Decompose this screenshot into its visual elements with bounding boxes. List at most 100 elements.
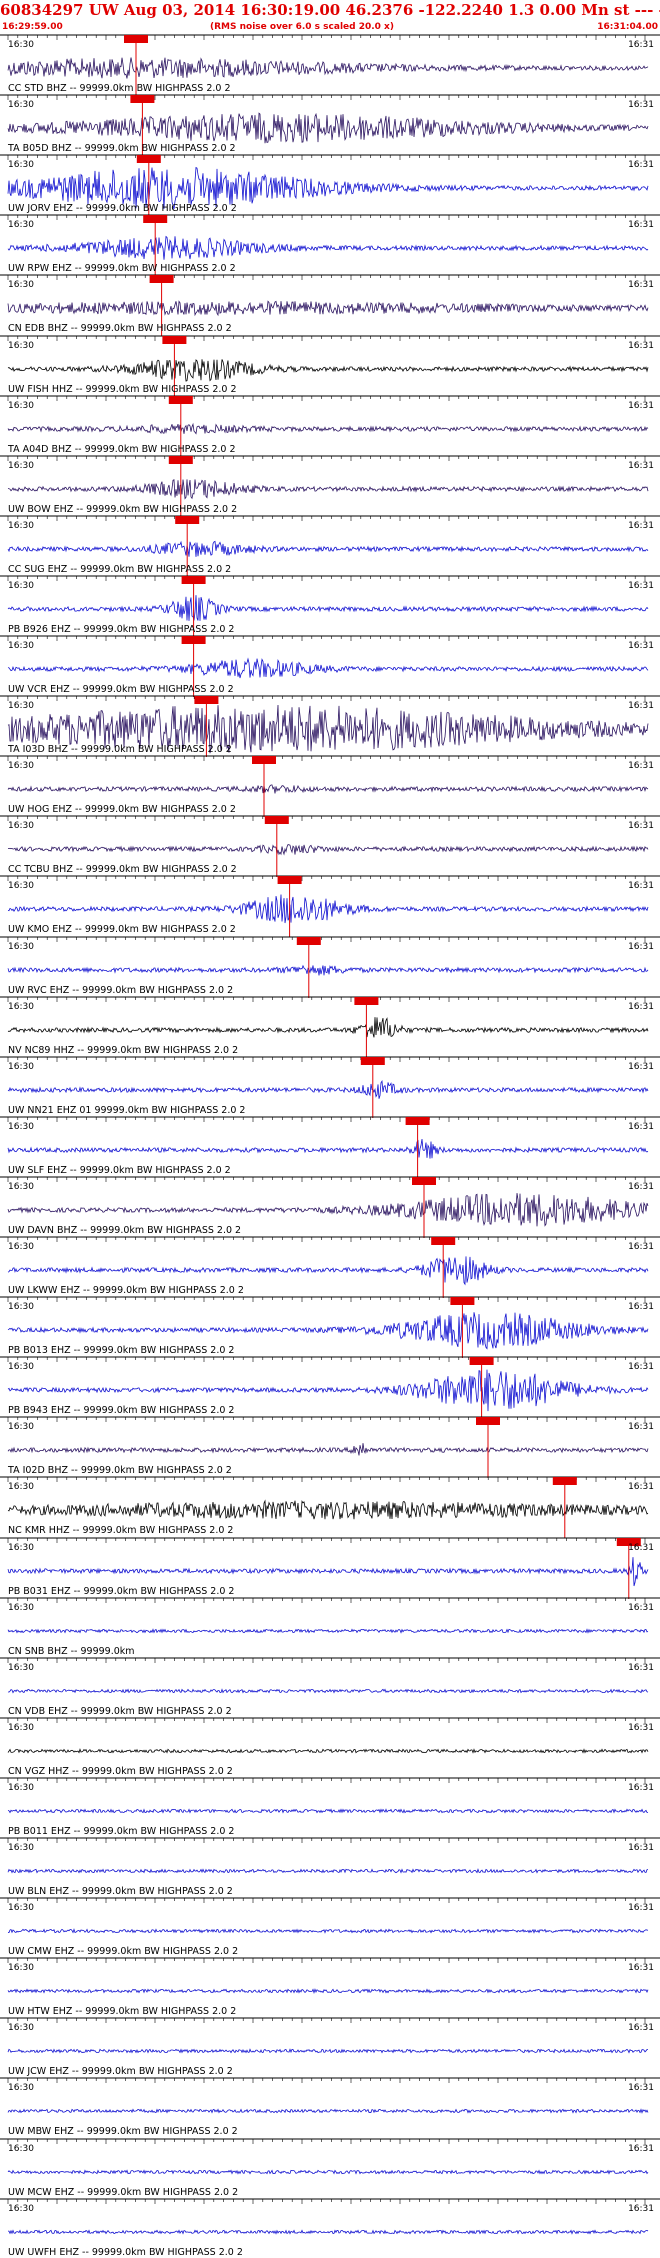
trace-row: UW MBW EHZ -- 99999.0km BW HIGHPASS 2.0 …	[0, 2077, 660, 2139]
station-label: CN EDB BHZ -- 99999.0km BW HIGHPASS 2.0 …	[8, 323, 232, 335]
station-label: TA A04D BHZ -- 99999.0km BW HIGHPASS 2.0…	[8, 443, 236, 455]
waveform	[7, 1192, 649, 1227]
trace-row: UW DAVN BHZ -- 99999.0km BW HIGHPASS 2.0…	[0, 1176, 660, 1238]
tick-label-start: 16:30	[8, 1242, 34, 1252]
station-label: UW UWFH EHZ -- 99999.0km BW HIGHPASS 2.0…	[8, 2246, 243, 2258]
trace-row: UW MCW EHZ -- 99999.0km BW HIGHPASS 2.0 …	[0, 2138, 660, 2200]
tick-label-start: 16:30	[8, 701, 34, 712]
tick-label-start: 16:30	[8, 100, 34, 111]
tick-label-end: 16:31	[628, 941, 654, 952]
tick-label-end: 16:31	[628, 1542, 654, 1553]
trace-row: NV NC89 HHZ -- 99999.0km BW HIGHPASS 2.0…	[0, 996, 660, 1058]
tick-label-start: 16:30	[8, 2203, 34, 2214]
tick-label-start: 16:30	[8, 1061, 34, 1072]
tick-label-end: 16:31	[628, 2203, 654, 2214]
tick-label-end: 16:31	[628, 40, 654, 50]
tick-label-start: 16:30	[8, 1963, 34, 1974]
tick-label-end: 16:31	[628, 2143, 654, 2154]
station-label: CN VDB EHZ -- 99999.0km BW HIGHPASS 2.0 …	[8, 1705, 232, 1717]
tick-label-end: 16:31	[628, 520, 654, 531]
trace-row: PB B013 EHZ -- 99999.0km BW HIGHPASS 2.0…	[0, 1296, 660, 1359]
tick-label-end: 16:31	[628, 1782, 654, 1793]
tick-label-end: 16:31	[628, 340, 654, 351]
event-title: 60834297 UW Aug 03, 2014 16:30:19.00 46.…	[0, 1, 660, 19]
trace-row: CN VDB EHZ -- 99999.0km BW HIGHPASS 2.0 …	[0, 1657, 660, 1719]
time-start: 16:29:59.00	[2, 22, 63, 32]
station-label: PB B031 EHZ -- 99999.0km BW HIGHPASS 2.0…	[8, 1585, 235, 1597]
waveform	[7, 1556, 649, 1586]
tick-label-start: 16:30	[8, 1181, 34, 1192]
waveform	[7, 358, 649, 382]
tick-label-start: 16:30	[8, 1903, 34, 1914]
tick-label-end: 16:31	[628, 1602, 654, 1613]
station-label: CN SNB BHZ -- 99999.0km	[8, 1645, 135, 1657]
station-label: UW BOW EHZ -- 99999.0km BW HIGHPASS 2.0 …	[8, 503, 238, 515]
tick-label-start: 16:30	[8, 280, 34, 291]
tick-label-start: 16:30	[8, 1001, 34, 1012]
tick-label-end: 16:31	[628, 1242, 654, 1252]
tick-label-end: 16:31	[628, 220, 654, 231]
waveform	[7, 1256, 649, 1286]
waveform	[7, 1016, 649, 1038]
trace-row: CC STD BHZ -- 99999.0km BW HIGHPASS 2.0 …	[0, 34, 660, 96]
waveform	[7, 1988, 649, 1995]
tick-label-end: 16:31	[628, 1362, 654, 1373]
trace-row: UW JCW EHZ -- 99999.0km BW HIGHPASS 2.0 …	[0, 2017, 660, 2079]
trace-row: UW FISH HHZ -- 99999.0km BW HIGHPASS 2.0…	[0, 335, 660, 397]
station-label: UW HTW EHZ -- 99999.0km BW HIGHPASS 2.0 …	[8, 2006, 237, 2018]
station-label: UW LKWW EHZ -- 99999.0km BW HIGHPASS 2.0…	[8, 1285, 244, 1296]
waveform	[7, 1687, 649, 1694]
station-label: NC KMR HHZ -- 99999.0km BW HIGHPASS 2.0 …	[8, 1525, 234, 1537]
waveform	[7, 2048, 648, 2054]
trace-stack: CC STD BHZ -- 99999.0km BW HIGHPASS 2.0 …	[0, 34, 660, 2258]
tick-label-start: 16:30	[8, 1482, 34, 1493]
tick-label-end: 16:31	[628, 1662, 654, 1673]
station-label: CC SUG EHZ -- 99999.0km BW HIGHPASS 2.0 …	[8, 563, 232, 575]
station-label: UW NN21 EHZ 01 99999.0km BW HIGHPASS 2.0…	[8, 1104, 246, 1116]
trace-row: UW UWFH EHZ -- 99999.0km BW HIGHPASS 2.0…	[0, 2198, 660, 2258]
station-label: TA I03D BHZ -- 99999.0km BW HIGHPASS 2.0…	[8, 744, 232, 756]
trace-row: TA I03D BHZ -- 99999.0km BW HIGHPASS 2.0…	[0, 695, 660, 758]
station-label: UW SLF EHZ -- 99999.0km BW HIGHPASS 2.0 …	[8, 1164, 231, 1176]
station-label: UW CMW EHZ -- 99999.0km BW HIGHPASS 2.0 …	[8, 1946, 239, 1958]
station-label: TA B05D BHZ -- 99999.0km BW HIGHPASS 2.0…	[8, 143, 236, 155]
tick-label-start: 16:30	[8, 1121, 34, 1132]
tick-label-end: 16:31	[628, 100, 654, 111]
station-label: UW JCW EHZ -- 99999.0km BW HIGHPASS 2.0 …	[8, 2066, 233, 2078]
station-label: UW VCR EHZ -- 99999.0km BW HIGHPASS 2.0 …	[8, 684, 234, 695]
station-label: UW DAVN BHZ -- 99999.0km BW HIGHPASS 2.0…	[8, 1224, 242, 1236]
waveform	[7, 894, 649, 924]
waveform	[7, 236, 649, 261]
trace-row: TA I02D BHZ -- 99999.0km BW HIGHPASS 2.0…	[0, 1416, 660, 1479]
station-label: CC TCBU BHZ -- 99999.0km BW HIGHPASS 2.0…	[8, 864, 237, 876]
trace-row: UW HOG EHZ -- 99999.0km BW HIGHPASS 2.0 …	[0, 755, 660, 818]
trace-row: CC TCBU BHZ -- 99999.0km BW HIGHPASS 2.0…	[0, 815, 660, 878]
trace-row: UW RPW EHZ -- 99999.0km BW HIGHPASS 2.0 …	[0, 214, 660, 277]
trace-row: CN EDB BHZ -- 99999.0km BW HIGHPASS 2.0 …	[0, 274, 660, 337]
tick-label-end: 16:31	[628, 1001, 654, 1012]
tick-label-start: 16:30	[8, 2023, 34, 2034]
waveform	[7, 1627, 649, 1634]
tick-label-end: 16:31	[628, 400, 654, 411]
trace-row: UW JORV EHZ -- 99999.0km BW HIGHPASS 2.0…	[0, 154, 660, 217]
waveform	[7, 1808, 649, 1814]
tick-label-end: 16:31	[628, 881, 654, 892]
tick-label-end: 16:31	[628, 1121, 654, 1132]
tick-label-end: 16:31	[628, 160, 654, 171]
trace-row: PB B943 EHZ -- 99999.0km BW HIGHPASS 2.0…	[0, 1356, 660, 1419]
station-label: UW HOG EHZ -- 99999.0km BW HIGHPASS 2.0 …	[8, 804, 236, 816]
trace-row: UW LKWW EHZ -- 99999.0km BW HIGHPASS 2.0…	[0, 1236, 660, 1298]
tick-label-start: 16:30	[8, 1542, 34, 1553]
trace-row: UW CMW EHZ -- 99999.0km BW HIGHPASS 2.0 …	[0, 1897, 660, 1959]
station-label: UW JORV EHZ -- 99999.0km BW HIGHPASS 2.0…	[8, 203, 237, 215]
tick-label-end: 16:31	[628, 2083, 654, 2094]
waveform	[7, 657, 649, 679]
tick-label-end: 16:31	[628, 1061, 654, 1072]
tick-label-end: 16:31	[628, 641, 654, 651]
waveform	[8, 2228, 649, 2235]
tick-label-start: 16:30	[8, 1722, 34, 1733]
waveform	[7, 1079, 649, 1099]
station-label: PB B943 EHZ -- 99999.0km BW HIGHPASS 2.0…	[8, 1405, 235, 1417]
waveform	[7, 1868, 649, 1874]
trace-row: PB B926 EHZ -- 99999.0km BW HIGHPASS 2.0…	[0, 575, 660, 637]
